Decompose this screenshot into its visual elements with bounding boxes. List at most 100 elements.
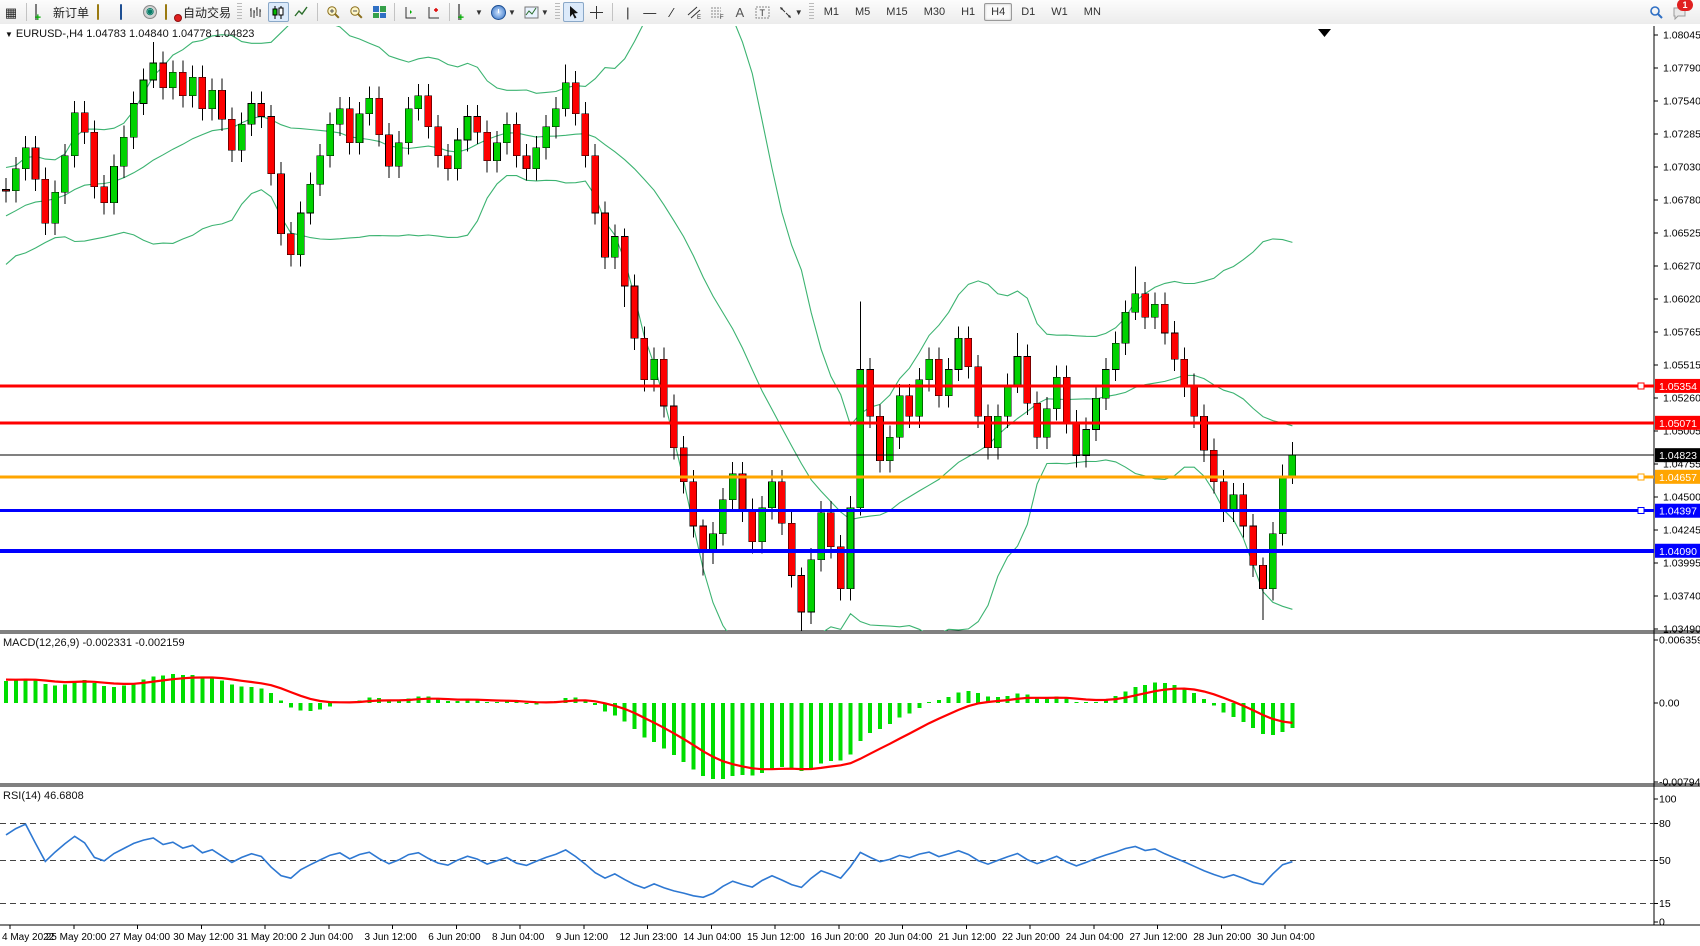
svg-text:0.006359: 0.006359 [1659,635,1700,647]
svg-text:80: 80 [1659,818,1671,830]
svg-text:25 May 20:00: 25 May 20:00 [46,932,107,943]
macd-indicator-label: MACD(12,26,9) -0.002331 -0.002159 [3,637,185,649]
crosshair-button[interactable] [586,2,607,22]
template-icon [524,5,539,20]
svg-text:1.04245: 1.04245 [1663,525,1700,537]
level-handle [1638,383,1644,389]
timeframe-button-W1[interactable]: W1 [1044,3,1075,21]
periods-button[interactable]: ▼ [488,2,519,22]
timeframe-button-H1[interactable]: H1 [954,3,982,21]
timeframe-button-D1[interactable]: D1 [1014,3,1042,21]
cursor-icon [566,5,581,20]
chevron-down-icon: ▼ [541,8,549,17]
svg-text:14 Jun 04:00: 14 Jun 04:00 [683,932,741,943]
svg-text:0: 0 [1659,917,1665,929]
chevron-down-icon: ▼ [508,8,516,17]
window-menu-button[interactable]: ▦ [1,2,21,22]
toolbar-right-group: 1 [1645,2,1694,22]
cursor-button[interactable] [563,2,584,22]
svg-text:31 May 20:00: 31 May 20:00 [237,932,298,943]
arrows-icon [778,5,793,20]
svg-text:100: 100 [1659,794,1677,806]
svg-text:2 Jun 04:00: 2 Jun 04:00 [301,932,354,943]
bar-chart-button[interactable] [245,2,266,22]
zoom-in-button[interactable] [323,2,344,22]
chart-title: ▼EURUSD-,H4 1.04783 1.04840 1.04778 1.04… [5,28,254,40]
signals-button[interactable]: ◉ [140,2,160,22]
fibonacci-button[interactable]: F [707,2,728,22]
text-label-button[interactable]: T [752,2,773,22]
chart-window[interactable]: 1.080451.077901.075401.072851.070301.067… [0,24,1700,946]
toolbar-grip [555,3,560,21]
timeframe-button-M15[interactable]: M15 [879,3,914,21]
trendline-button[interactable]: ∕ [662,2,682,22]
notifications-button[interactable]: 1 [1669,2,1690,22]
candlestick-chart-button[interactable] [268,2,289,22]
chart-shift-marker-icon [1318,29,1331,37]
svg-text:1.04500: 1.04500 [1663,492,1700,504]
svg-text:1.04397: 1.04397 [1659,506,1697,518]
svg-text:27 Jun 12:00: 27 Jun 12:00 [1130,932,1188,943]
toolbar-grip [809,3,814,21]
svg-text:1.06020: 1.06020 [1663,294,1700,306]
toolbar-grip [237,3,242,21]
svg-text:T: T [759,8,765,18]
svg-text:15: 15 [1659,898,1671,910]
svg-text:6 Jun 20:00: 6 Jun 20:00 [428,932,481,943]
new-order-button[interactable]: + 新订单 [32,2,92,22]
rsi-indicator-label: RSI(14) 46.6808 [3,790,84,802]
new-order-icon: + [35,5,50,20]
vertical-line-icon: | [621,5,635,20]
svg-text:22 Jun 20:00: 22 Jun 20:00 [1002,932,1060,943]
rsi-line [6,824,1292,897]
window-icon: ▦ [4,5,18,20]
toolbar-separator [394,3,395,21]
svg-text:1.05765: 1.05765 [1663,327,1700,339]
svg-text:1.04823: 1.04823 [1659,450,1697,462]
arrows-button[interactable]: ▼ [775,2,806,22]
history-center-button[interactable] [94,2,115,22]
channel-icon: E [687,5,702,20]
market-watch-button[interactable] [117,2,138,22]
svg-text:1.06270: 1.06270 [1663,261,1700,273]
channel-button[interactable]: E [684,2,705,22]
zoom-in-icon [326,5,341,20]
timeframe-button-H4[interactable]: H4 [984,3,1012,21]
autotrading-button[interactable]: 自动交易 [162,2,234,22]
line-chart-button[interactable] [291,2,312,22]
chevron-down-icon: ▼ [795,8,803,17]
svg-text:1.06525: 1.06525 [1663,228,1700,240]
svg-text:1.07285: 1.07285 [1663,129,1700,141]
timeframe-button-M1[interactable]: M1 [817,3,846,21]
tile-windows-icon [373,6,386,18]
timeframe-button-MN[interactable]: MN [1077,3,1108,21]
text-button[interactable]: A [730,2,750,22]
svg-text:1.05354: 1.05354 [1659,381,1697,393]
search-button[interactable] [1646,2,1667,22]
main-toolbar: ▦ + 新订单 ◉ 自动交易 +▼ ▼ ▼ [0,0,1700,25]
notification-badge: 1 [1677,0,1693,11]
svg-text:0.00: 0.00 [1659,698,1680,710]
chart-shift-button[interactable] [423,2,444,22]
bollinger-bands [6,24,1292,666]
indicators-icon: + [458,5,473,20]
rsi-layer [6,824,1292,897]
svg-text:21 Jun 12:00: 21 Jun 12:00 [938,932,996,943]
svg-text:15 Jun 12:00: 15 Jun 12:00 [747,932,805,943]
macd-signal-line [6,678,1292,770]
vertical-line-button[interactable]: | [618,2,638,22]
chart-canvas[interactable]: 1.080451.077901.075401.072851.070301.067… [0,24,1700,946]
svg-text:1.06780: 1.06780 [1663,195,1700,207]
svg-text:1.03740: 1.03740 [1663,591,1700,603]
auto-scroll-button[interactable] [400,2,421,22]
autotrading-label: 自动交易 [183,4,231,21]
timeframe-button-M30[interactable]: M30 [917,3,952,21]
time-axis: 4 May 202225 May 20:0027 May 04:0030 May… [2,925,1315,943]
horizontal-line-button[interactable]: — [640,2,660,22]
templates-button[interactable]: ▼ [521,2,552,22]
tile-windows-button[interactable] [369,2,389,22]
indicators-button[interactable]: +▼ [455,2,486,22]
zoom-out-button[interactable] [346,2,367,22]
svg-text:30 Jun 04:00: 30 Jun 04:00 [1257,932,1315,943]
timeframe-button-M5[interactable]: M5 [848,3,877,21]
